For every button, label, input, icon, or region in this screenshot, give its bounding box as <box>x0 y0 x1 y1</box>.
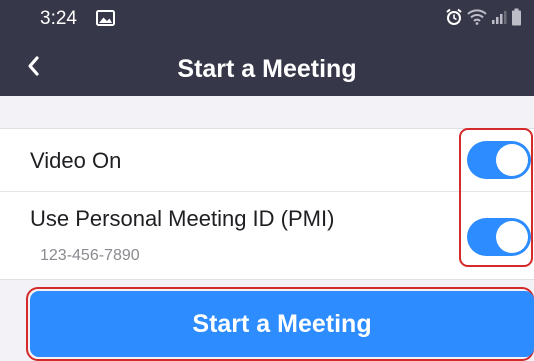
pmi-row: Use Personal Meeting ID (PMI) 123-456-78… <box>0 192 534 279</box>
header: Start a Meeting <box>0 38 534 96</box>
status-time: 3:24 <box>40 8 77 29</box>
pmi-label: Use Personal Meeting ID (PMI) <box>30 206 335 231</box>
wifi-icon <box>467 9 487 25</box>
status-icons <box>445 8 522 26</box>
video-on-label: Video On <box>30 148 122 173</box>
battery-icon <box>511 8 522 26</box>
video-on-row: Video On <box>0 129 534 192</box>
alarm-icon <box>445 8 463 26</box>
start-meeting-button[interactable]: Start a Meeting <box>30 291 534 357</box>
signal-icon <box>491 9 507 25</box>
start-meeting-screen: 3:24 Start a Meeting Video On Use Person… <box>0 0 534 361</box>
meeting-settings-list: Video On Use Personal Meeting ID (PMI) 1… <box>0 128 534 280</box>
image-icon <box>96 10 115 26</box>
toggle-highlight-annotation <box>459 128 533 267</box>
status-bar: 3:24 <box>0 0 534 38</box>
pmi-meeting-id: 123-456-7890 <box>40 247 140 264</box>
page-title: Start a Meeting <box>177 55 357 83</box>
